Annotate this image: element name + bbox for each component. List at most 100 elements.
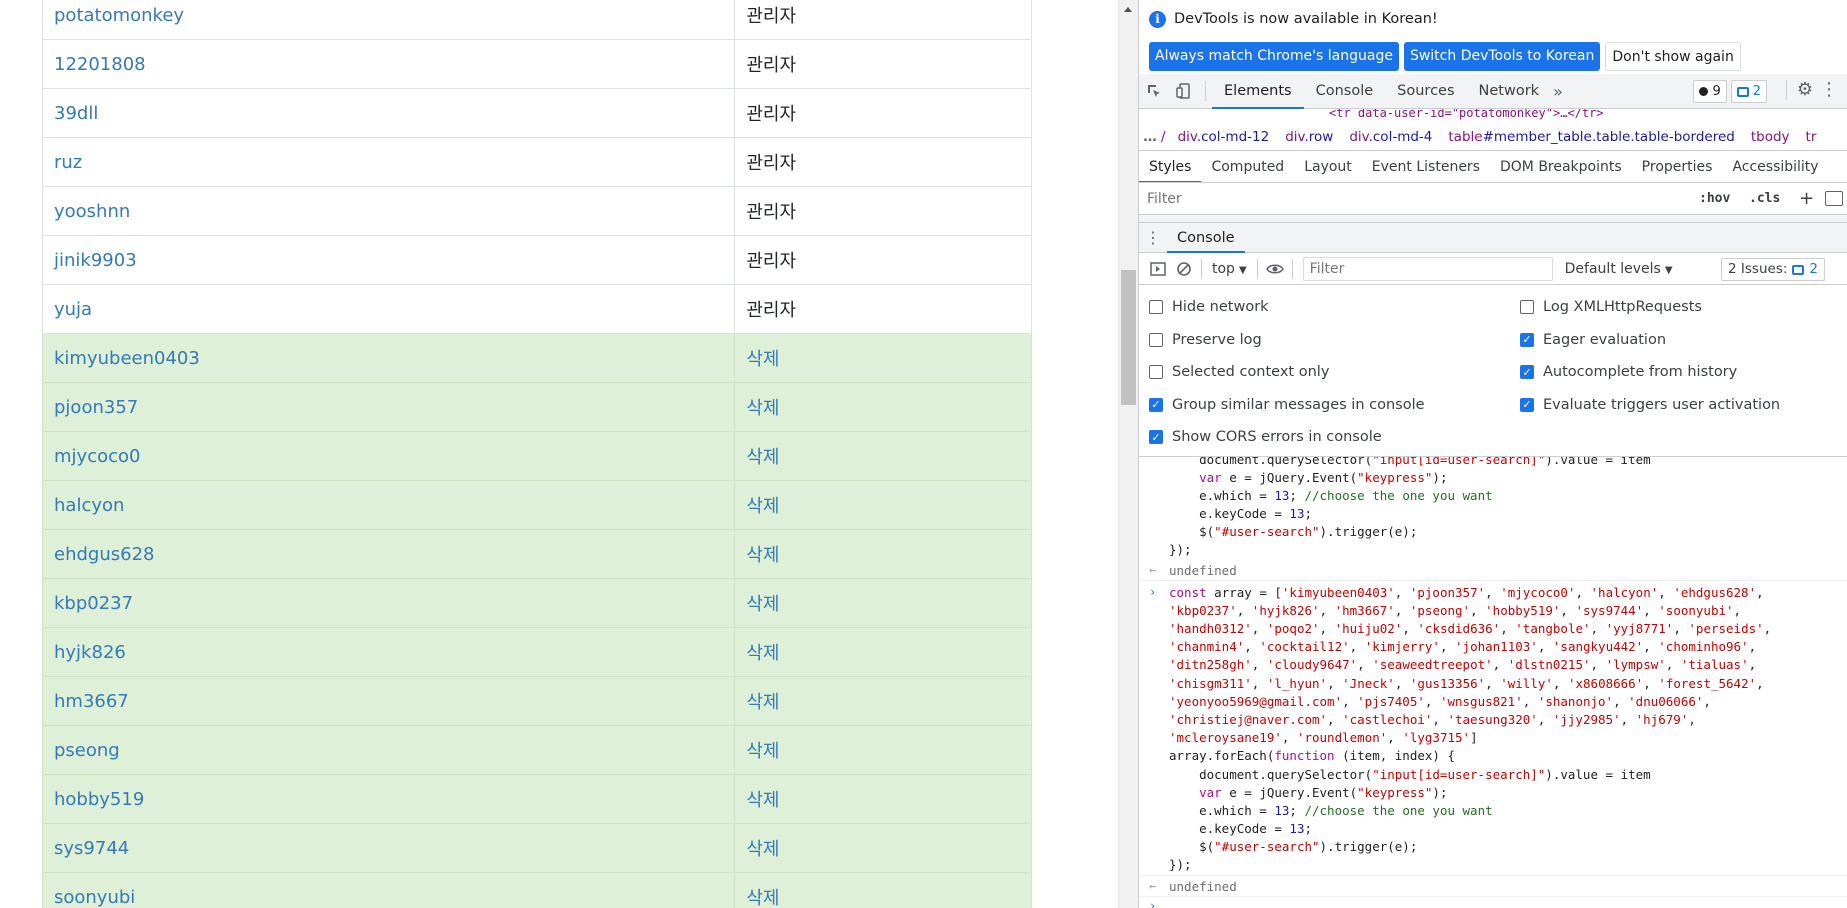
- inspect-element-icon[interactable]: [1139, 76, 1169, 106]
- tab-sources[interactable]: Sources: [1385, 74, 1466, 109]
- class-toggle[interactable]: .cls: [1749, 191, 1780, 206]
- delete-link[interactable]: 삭제: [734, 676, 1032, 726]
- hover-state-toggle[interactable]: :hov: [1699, 191, 1730, 206]
- setting-selected-context-only[interactable]: Selected context only: [1149, 356, 1520, 389]
- checkbox[interactable]: [1149, 332, 1163, 347]
- setting-log-xmlhttprequests[interactable]: Log XMLHttpRequests: [1520, 291, 1847, 324]
- toolbar-divider: [1785, 79, 1787, 100]
- page-scrollbar[interactable]: [1118, 0, 1138, 908]
- setting-hide-network[interactable]: Hide network: [1149, 291, 1520, 324]
- gear-icon[interactable]: ⚙: [1797, 79, 1813, 100]
- delete-link[interactable]: 삭제: [734, 431, 1032, 481]
- tab-network[interactable]: Network: [1467, 74, 1552, 109]
- setting-group-similar-messages-in-console[interactable]: ✓ Group similar messages in console: [1149, 389, 1520, 422]
- setting-autocomplete-from-history[interactable]: ✓ Autocomplete from history: [1520, 356, 1847, 389]
- user-id-link[interactable]: yooshnn: [41, 186, 736, 236]
- delete-link[interactable]: 삭제: [734, 382, 1032, 432]
- user-id-link[interactable]: sys9744: [41, 823, 736, 873]
- user-id-link[interactable]: kbp0237: [41, 578, 736, 628]
- table-row: pseong 삭제: [41, 725, 1032, 775]
- user-id-link[interactable]: ehdgus628: [41, 529, 736, 579]
- delete-link[interactable]: 삭제: [734, 823, 1032, 873]
- checkbox-checked[interactable]: ✓: [1520, 332, 1534, 347]
- user-id-link[interactable]: hobby519: [41, 774, 736, 824]
- user-id-link[interactable]: yuja: [41, 284, 736, 334]
- styles-filter-input[interactable]: [1139, 186, 1689, 211]
- user-id-link[interactable]: soonyubi: [41, 872, 736, 908]
- subtab-accessibility[interactable]: Accessibility: [1722, 151, 1828, 182]
- clear-console-icon[interactable]: [1171, 256, 1197, 282]
- user-id-link[interactable]: kimyubeen0403: [41, 333, 736, 383]
- user-id-link[interactable]: pseong: [41, 725, 736, 775]
- user-id-link[interactable]: potatomonkey: [41, 0, 736, 40]
- dont-show-again-button[interactable]: Don't show again: [1605, 41, 1741, 71]
- breadcrumb-item[interactable]: div.col-md-12: [1170, 129, 1278, 145]
- checkbox-checked[interactable]: ✓: [1520, 397, 1534, 412]
- user-id-link[interactable]: halcyon: [41, 480, 736, 530]
- drawer-tab-console[interactable]: Console: [1167, 223, 1245, 253]
- user-id-link[interactable]: 12201808: [41, 39, 736, 89]
- drawer-menu-icon[interactable]: ⋮: [1139, 228, 1167, 247]
- user-id-link[interactable]: pjoon357: [41, 382, 736, 432]
- new-style-rule-icon[interactable]: +: [1799, 188, 1814, 209]
- subtab-properties[interactable]: Properties: [1632, 151, 1723, 182]
- scrollbar-thumb[interactable]: [1121, 270, 1136, 405]
- log-levels-dropdown[interactable]: Default levels ▼: [1565, 261, 1673, 277]
- delete-link[interactable]: 삭제: [734, 627, 1032, 677]
- breadcrumb-overflow-icon[interactable]: …: [1139, 129, 1161, 145]
- sidebar-icon[interactable]: [1825, 191, 1843, 206]
- context-selector[interactable]: top ▼: [1206, 261, 1253, 277]
- match-language-button[interactable]: Always match Chrome's language: [1149, 41, 1399, 71]
- delete-link[interactable]: 삭제: [734, 480, 1032, 530]
- checkbox[interactable]: [1149, 300, 1163, 315]
- user-id-link[interactable]: jinik9903: [41, 235, 736, 285]
- switch-to-korean-button[interactable]: Switch DevTools to Korean: [1403, 41, 1601, 71]
- subtab-dom-breakpoints[interactable]: DOM Breakpoints: [1490, 151, 1632, 182]
- user-id-link[interactable]: mjycoco0: [41, 431, 736, 481]
- drawer-resize-handle[interactable]: [1139, 215, 1847, 223]
- console-filter-input[interactable]: [1302, 256, 1553, 281]
- device-toolbar-icon[interactable]: [1169, 76, 1199, 106]
- setting-show-cors-errors-in-console[interactable]: ✓ Show CORS errors in console: [1149, 421, 1520, 454]
- tab-elements[interactable]: Elements: [1212, 74, 1304, 109]
- more-tabs-icon[interactable]: »: [1553, 82, 1563, 101]
- breadcrumb-item[interactable]: tr: [1798, 129, 1825, 145]
- delete-link[interactable]: 삭제: [734, 578, 1032, 628]
- user-id-link[interactable]: 39dll: [41, 88, 736, 138]
- issues-button[interactable]: 2 Issues: 2: [1721, 258, 1825, 281]
- breadcrumb-class: .col-md-4: [1368, 129, 1433, 145]
- breadcrumb-item[interactable]: table#member_table.table.table-bordered: [1440, 129, 1742, 145]
- subtab-styles[interactable]: Styles: [1139, 151, 1202, 182]
- checkbox[interactable]: [1149, 365, 1163, 380]
- subtab-layout[interactable]: Layout: [1294, 151, 1362, 182]
- breadcrumb-item[interactable]: div.col-md-4: [1341, 129, 1440, 145]
- checkbox[interactable]: [1520, 300, 1534, 315]
- setting-eager-evaluation[interactable]: ✓ Eager evaluation: [1520, 324, 1847, 357]
- errors-counter[interactable]: 9: [1693, 80, 1727, 103]
- tab-console[interactable]: Console: [1304, 74, 1386, 109]
- breadcrumb-item[interactable]: div.row: [1277, 129, 1341, 145]
- user-id-link[interactable]: ruz: [41, 137, 736, 187]
- sidebar-toggle-icon[interactable]: [1145, 256, 1171, 282]
- user-id-link[interactable]: hyjk826: [41, 627, 736, 677]
- user-id-link[interactable]: hm3667: [41, 676, 736, 726]
- delete-link[interactable]: 삭제: [734, 774, 1032, 824]
- breadcrumb-item[interactable]: tbody: [1743, 129, 1798, 145]
- delete-link[interactable]: 삭제: [734, 872, 1032, 908]
- setting-preserve-log[interactable]: Preserve log: [1149, 324, 1520, 357]
- scroll-up-arrow-icon[interactable]: [1124, 7, 1132, 12]
- delete-link[interactable]: 삭제: [734, 725, 1032, 775]
- live-expression-icon[interactable]: [1262, 256, 1288, 282]
- checkbox-checked[interactable]: ✓: [1149, 430, 1163, 445]
- delete-link[interactable]: 삭제: [734, 529, 1032, 579]
- checkbox-checked[interactable]: ✓: [1149, 397, 1163, 412]
- setting-evaluate-triggers-user-activation[interactable]: ✓ Evaluate triggers user activation: [1520, 389, 1847, 422]
- kebab-menu-icon[interactable]: ⋮: [1819, 79, 1839, 100]
- subtab-event-listeners[interactable]: Event Listeners: [1362, 151, 1490, 182]
- subtab-computed[interactable]: Computed: [1201, 151, 1294, 182]
- devtools-panel: i DevTools is now available in Korean! A…: [1138, 0, 1847, 908]
- console-prompt[interactable]: ›: [1139, 897, 1847, 908]
- messages-counter[interactable]: 2: [1730, 80, 1767, 103]
- delete-link[interactable]: 삭제: [734, 333, 1032, 383]
- checkbox-checked[interactable]: ✓: [1520, 365, 1534, 380]
